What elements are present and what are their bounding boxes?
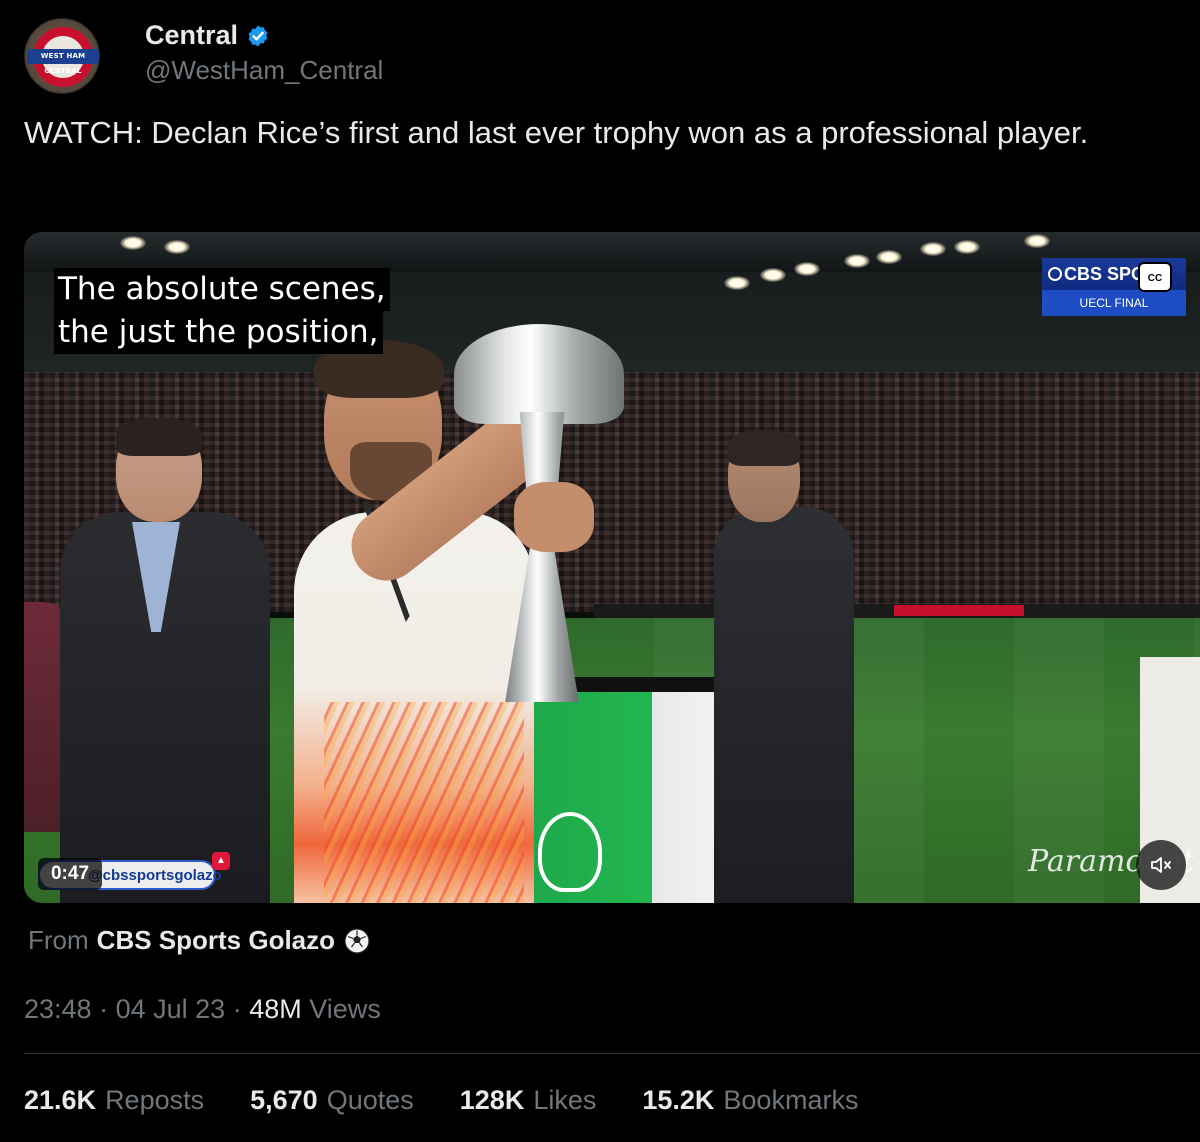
source-prefix: From bbox=[28, 925, 89, 955]
meta-separator: · bbox=[99, 994, 109, 1024]
bookmarks-stat[interactable]: 15.2K Bookmarks bbox=[642, 1085, 858, 1116]
author-avatar[interactable]: WEST HAM CENTRAL bbox=[24, 18, 100, 94]
official-left-hair bbox=[116, 418, 202, 456]
tweet-meta: 23:48 · 04 Jul 23 · 48M Views bbox=[24, 994, 381, 1025]
official-right bbox=[714, 507, 854, 903]
avatar-logo-text: WEST HAM CENTRAL bbox=[27, 49, 99, 75]
quotes-stat[interactable]: 5,670 Quotes bbox=[250, 1085, 414, 1116]
author-display-name[interactable]: Central bbox=[145, 20, 238, 51]
trophy-cup bbox=[454, 324, 624, 424]
mute-button[interactable] bbox=[1136, 840, 1186, 890]
tweet-date[interactable]: 04 Jul 23 bbox=[116, 994, 226, 1024]
likes-count: 128K bbox=[459, 1085, 525, 1115]
player-hand bbox=[514, 482, 594, 552]
sponsor-board bbox=[894, 605, 1024, 616]
official-right-hair bbox=[728, 430, 800, 466]
engagement-stats: 21.6K Reposts 5,670 Quotes 128K Likes 15… bbox=[24, 1085, 858, 1116]
podium-logo bbox=[538, 812, 602, 892]
author-name-row: Central bbox=[145, 20, 270, 51]
video-duration: 0:47 bbox=[38, 858, 102, 890]
floodlight bbox=[1024, 234, 1050, 248]
broadcaster-subtitle: UECL FINAL bbox=[1042, 290, 1186, 316]
floodlight bbox=[760, 268, 786, 282]
video-caption: The absolute scenes, the just the positi… bbox=[54, 268, 390, 354]
views-label: Views bbox=[309, 994, 381, 1024]
reposts-count: 21.6K bbox=[24, 1085, 97, 1115]
quotes-label: Quotes bbox=[326, 1085, 414, 1115]
floodlight bbox=[954, 240, 980, 254]
stats-divider bbox=[24, 1053, 1200, 1054]
floodlight bbox=[794, 262, 820, 276]
verified-badge-icon[interactable] bbox=[246, 24, 270, 48]
player-shirt-pattern bbox=[324, 702, 524, 903]
likes-stat[interactable]: 128K Likes bbox=[460, 1085, 597, 1116]
advertising-board bbox=[594, 604, 1200, 618]
tweet-time[interactable]: 23:48 bbox=[24, 994, 92, 1024]
reposts-stat[interactable]: 21.6K Reposts bbox=[24, 1085, 204, 1116]
floodlight bbox=[164, 240, 190, 254]
tweet: WEST HAM CENTRAL Central @WestHam_Centra… bbox=[0, 0, 1200, 1142]
tweet-text: WATCH: Declan Rice’s first and last ever… bbox=[24, 115, 1089, 150]
cbs-eye-icon bbox=[1048, 267, 1062, 281]
source-attribution: From CBS Sports Golazo bbox=[28, 925, 371, 956]
floodlight bbox=[876, 250, 902, 264]
floodlight bbox=[920, 242, 946, 256]
speaker-muted-icon bbox=[1151, 857, 1171, 873]
watermark-badge-icon: ▲ bbox=[212, 852, 230, 870]
quotes-count: 5,670 bbox=[250, 1085, 318, 1115]
soccer-ball-icon bbox=[344, 927, 370, 954]
caption-line-2: the just the position, bbox=[54, 311, 383, 354]
views-count: 48M bbox=[249, 994, 302, 1024]
floodlight bbox=[724, 276, 750, 290]
floodlight bbox=[844, 254, 870, 268]
watermark-text: @cbssportsgolazo bbox=[88, 867, 222, 884]
caption-line-1: The absolute scenes, bbox=[54, 268, 390, 311]
floodlight bbox=[120, 236, 146, 250]
source-name[interactable]: CBS Sports Golazo bbox=[97, 925, 335, 956]
video-player[interactable]: The absolute scenes, the just the positi… bbox=[24, 232, 1200, 903]
closed-captions-button[interactable]: CC bbox=[1138, 262, 1172, 292]
author-handle[interactable]: @WestHam_Central bbox=[145, 55, 383, 86]
bookmarks-label: Bookmarks bbox=[723, 1085, 859, 1115]
likes-label: Likes bbox=[533, 1085, 597, 1115]
meta-separator: · bbox=[232, 994, 242, 1024]
reposts-label: Reposts bbox=[105, 1085, 205, 1115]
bookmarks-count: 15.2K bbox=[642, 1085, 715, 1115]
